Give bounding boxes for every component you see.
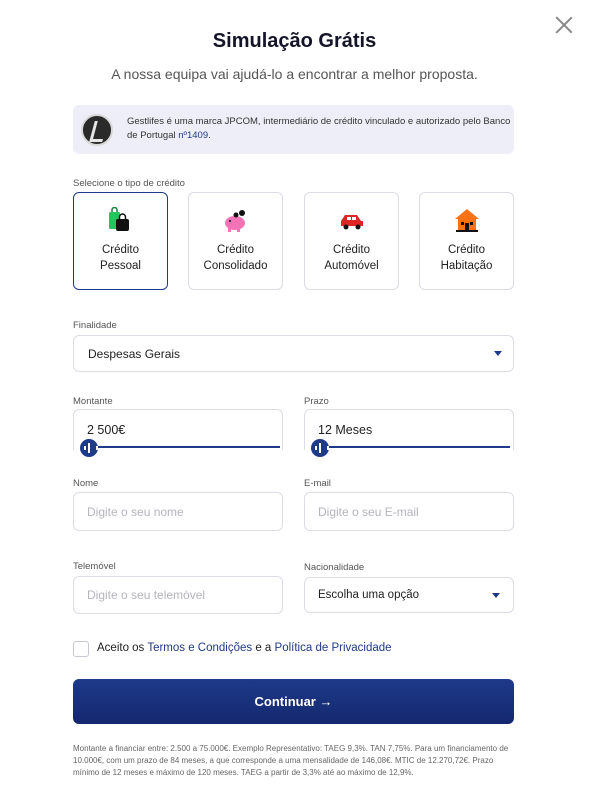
credit-option-line1: Crédito	[101, 244, 140, 256]
chevron-down-icon	[494, 351, 502, 356]
credit-option-label: Crédito Consolidado	[189, 242, 282, 274]
nome-input[interactable]	[73, 492, 283, 531]
terms-text: Aceito os Termos e Condições e a Polític…	[97, 642, 392, 654]
credit-option-label: Crédito Pessoal	[74, 242, 167, 274]
info-text-suffix: .	[208, 130, 211, 141]
credit-option-line1: Crédito	[216, 244, 255, 256]
arrow-right-icon: →	[319, 694, 333, 709]
car-icon	[341, 215, 363, 230]
credit-option-pessoal[interactable]: Crédito Pessoal	[73, 192, 168, 290]
disclaimer-text: Montante a financiar entre: 2.500 a 75.0…	[73, 744, 509, 777]
license-link[interactable]: nº1409	[178, 130, 208, 141]
montante-value: 2 500€	[87, 423, 126, 437]
page-title: Simulação Grátis	[212, 30, 377, 52]
finalidade-label: Finalidade	[73, 320, 117, 331]
finalidade-value: Despesas Gerais	[88, 347, 181, 361]
prazo-label: Prazo	[304, 396, 329, 407]
prazo-slider-handle[interactable]	[311, 439, 329, 457]
montante-slider-track[interactable]	[89, 446, 280, 448]
montante-label: Montante	[73, 396, 113, 407]
terms-checkbox[interactable]	[73, 641, 89, 657]
finalidade-select[interactable]: Despesas Gerais	[73, 335, 514, 372]
credit-option-line1: Crédito	[447, 244, 486, 256]
nacionalidade-value: Escolha uma opção	[318, 589, 420, 601]
terms-link[interactable]: Termos e Condições	[147, 642, 252, 654]
nacionalidade-label: Nacionalidade	[304, 562, 365, 573]
piggy-bank-icon	[225, 210, 245, 232]
info-text: Gestlifes é uma marca JPCOM, intermediár…	[127, 115, 512, 143]
continue-button[interactable]: Continuar →	[73, 679, 514, 724]
chevron-down-icon	[492, 593, 500, 598]
credit-option-habitacao[interactable]: Crédito Habitação	[419, 192, 514, 290]
terms-middle: e a	[255, 642, 272, 654]
continue-button-label: Continuar	[254, 694, 316, 709]
credit-option-line2: Consolidado	[203, 260, 268, 272]
montante-slider-handle[interactable]	[80, 439, 98, 457]
privacy-link[interactable]: Política de Privacidade	[275, 642, 392, 654]
email-label: E-mail	[304, 478, 331, 489]
credit-option-line1: Crédito	[332, 244, 371, 256]
credit-option-label: Crédito Automóvel	[305, 242, 398, 274]
info-banner: Gestlifes é uma marca JPCOM, intermediár…	[73, 105, 514, 154]
gestlifes-logo-icon	[81, 114, 113, 146]
nacionalidade-select[interactable]: Escolha uma opção	[304, 577, 514, 613]
credit-option-label: Crédito Habitação	[420, 242, 513, 274]
page-subtitle: A nossa equipa vai ajudá-lo a encontrar …	[111, 66, 478, 82]
credit-type-label: Selecione o tipo de crédito	[73, 178, 185, 189]
prazo-field[interactable]: 12 Meses	[304, 409, 514, 450]
telemovel-input[interactable]	[73, 576, 283, 614]
credit-option-line2: Pessoal	[100, 260, 141, 272]
house-icon	[455, 209, 479, 232]
credit-option-consolidado[interactable]: Crédito Consolidado	[188, 192, 283, 290]
credit-option-automovel[interactable]: Crédito Automóvel	[304, 192, 399, 290]
prazo-value: 12 Meses	[318, 423, 373, 437]
email-input[interactable]	[304, 492, 514, 531]
prazo-slider-track[interactable]	[320, 446, 510, 448]
telemovel-label: Telemóvel	[73, 561, 116, 572]
credit-option-line2: Automóvel	[324, 260, 379, 272]
credit-option-line2: Habitação	[440, 260, 493, 272]
shopping-bag-icon	[109, 207, 129, 231]
montante-field[interactable]: 2 500€	[73, 409, 283, 450]
nome-label: Nome	[73, 478, 99, 489]
terms-prefix: Aceito os	[97, 642, 145, 654]
